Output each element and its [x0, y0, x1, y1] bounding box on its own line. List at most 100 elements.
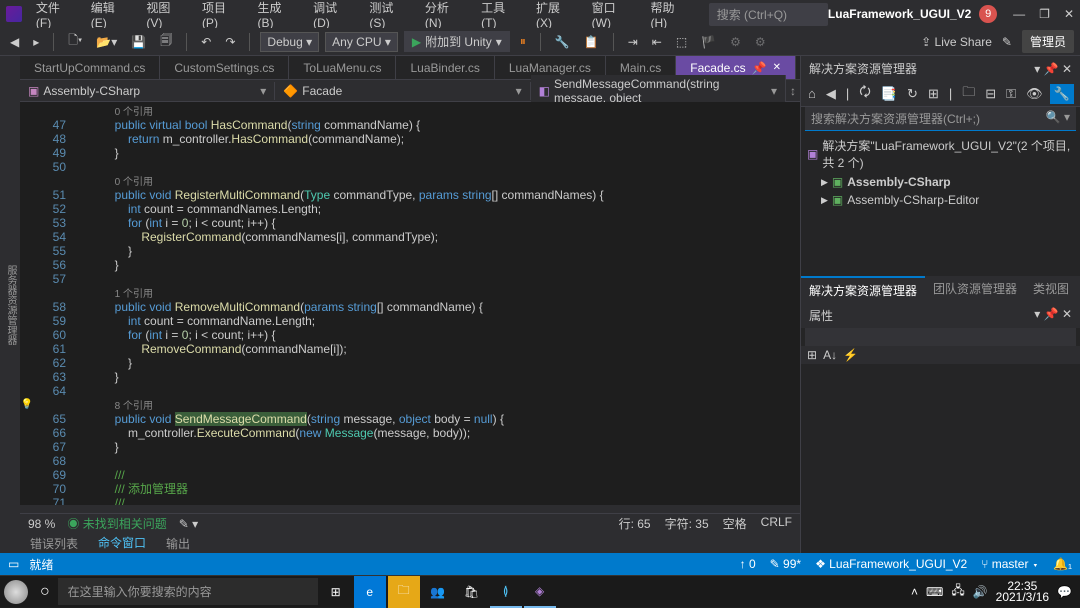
tab-class[interactable]: 类视图: [1025, 276, 1077, 303]
tool-icon[interactable]: ⊞: [925, 84, 942, 104]
close-icon[interactable]: ✕: [1062, 62, 1072, 76]
volume-icon[interactable]: 🔊: [973, 585, 988, 599]
global-search[interactable]: 搜索 (Ctrl+Q): [709, 3, 828, 26]
project-item[interactable]: ▶▣Assembly-CSharp: [803, 173, 1078, 191]
tab-errors[interactable]: 错误列表: [24, 533, 84, 554]
document-tab[interactable]: LuaBinder.cs: [396, 56, 494, 79]
platform-dropdown[interactable]: Any CPU ▾: [325, 32, 398, 52]
git-branch[interactable]: ⑂ master ▾: [981, 557, 1039, 571]
solution-tree[interactable]: ▣解决方案"LuaFramework_UGUI_V2"(2 个项目, 共 2 个…: [801, 131, 1080, 276]
open-icon[interactable]: 📂▾: [92, 33, 121, 51]
assembly-dropdown[interactable]: ▣Assembly-CSharp▾: [20, 82, 275, 100]
zoom-level[interactable]: 98 %: [28, 517, 55, 531]
back-icon[interactable]: ◀: [823, 84, 839, 104]
refresh-icon[interactable]: ↻: [904, 84, 921, 104]
dropdown-icon[interactable]: ▾: [1034, 307, 1040, 321]
save-icon[interactable]: 💾: [127, 33, 150, 51]
vscode-icon[interactable]: ≬: [490, 576, 522, 608]
tool-icon[interactable]: ⚙: [751, 33, 770, 51]
start-button[interactable]: [4, 580, 28, 604]
config-dropdown[interactable]: Debug ▾: [260, 32, 319, 52]
search-icon[interactable]: ○: [40, 583, 50, 601]
categorize-icon[interactable]: ⊞: [807, 348, 817, 362]
pin-icon[interactable]: 📌: [1044, 307, 1059, 321]
system-tray[interactable]: ˄ ⌨ 🖧 🔊 22:35 2021/3/16 💬: [911, 581, 1080, 603]
tool-icon[interactable]: 🔧: [551, 33, 574, 51]
left-rail[interactable]: 服务器资源管理器: [0, 56, 20, 553]
tool-icon[interactable]: 📋: [580, 33, 603, 51]
tab-solution[interactable]: 解决方案资源管理器: [801, 276, 925, 303]
live-share-button[interactable]: ⇪ Live Share: [921, 35, 992, 49]
pause-icon[interactable]: ⏸: [516, 32, 530, 51]
show-all-icon[interactable]: 🗀: [959, 81, 978, 107]
network-icon[interactable]: 🖧: [951, 581, 964, 602]
git-changes[interactable]: ✎ 99*: [770, 557, 801, 571]
splitter[interactable]: [20, 505, 800, 513]
lint-dropdown[interactable]: ✎ ▾: [179, 517, 198, 531]
encoding-indicator[interactable]: CRLF: [761, 515, 792, 532]
properties-icon[interactable]: ⚿: [1003, 84, 1019, 104]
window-controls: — ❐ ✕: [1013, 7, 1074, 21]
edge-icon[interactable]: e: [354, 576, 386, 608]
tab-output[interactable]: 输出: [160, 533, 196, 554]
document-tab[interactable]: CustomSettings.cs: [160, 56, 289, 79]
step-icon[interactable]: ⇥: [624, 33, 642, 51]
issues-icon[interactable]: ◉ 未找到相关问题: [67, 515, 166, 532]
collapse-icon[interactable]: ⊟: [982, 84, 999, 104]
task-view-icon[interactable]: ⊞: [320, 576, 352, 608]
home-icon[interactable]: ⌂: [805, 84, 819, 103]
output-icon[interactable]: ▭: [8, 557, 19, 571]
tab-team[interactable]: 团队资源管理器: [925, 276, 1025, 303]
close-icon[interactable]: ✕: [1064, 7, 1074, 21]
solution-root[interactable]: ▣解决方案"LuaFramework_UGUI_V2"(2 个项目, 共 2 个…: [803, 135, 1078, 173]
ime-icon[interactable]: ⌨: [926, 585, 943, 599]
bookmark-icon[interactable]: 🏴: [697, 33, 720, 51]
explorer-icon[interactable]: 🗀: [388, 576, 420, 608]
vs-icon[interactable]: ◈: [524, 576, 556, 608]
forward-icon[interactable]: ▸: [29, 33, 43, 51]
notification-badge[interactable]: 9: [979, 5, 997, 23]
step-icon[interactable]: ⇤: [648, 33, 666, 51]
sync-icon[interactable]: 🗘: [856, 81, 874, 107]
new-icon[interactable]: 🗋▾: [64, 29, 86, 54]
close-icon[interactable]: ✕: [1062, 307, 1072, 321]
class-dropdown[interactable]: 🔶Facade▾: [275, 82, 530, 100]
notifications-icon[interactable]: 🔔₁: [1053, 557, 1072, 571]
solution-search[interactable]: 搜索解决方案资源管理器(Ctrl+;) 🔍 ▾: [805, 107, 1076, 131]
right-panel: 解决方案资源管理器 ▾ 📌 ✕ ⌂ ◀ | 🗘 📑 ↻ ⊞ | 🗀 ⊟ ⚿ 👁 …: [800, 56, 1080, 553]
sort-icon[interactable]: A↓: [823, 348, 837, 362]
redo-icon[interactable]: ↷: [221, 33, 239, 51]
notifications-icon[interactable]: 💬: [1057, 585, 1072, 599]
preview-icon[interactable]: 👁: [1023, 84, 1046, 104]
git-repo[interactable]: ❖ LuaFramework_UGUI_V2: [815, 557, 967, 571]
tool-icon[interactable]: 📑: [878, 84, 900, 104]
project-item[interactable]: ▶▣Assembly-CSharp-Editor: [803, 191, 1078, 209]
clock-date[interactable]: 2021/3/16: [996, 592, 1049, 603]
document-tab[interactable]: ToLuaMenu.cs: [289, 56, 396, 79]
spaces-indicator[interactable]: 空格: [723, 515, 747, 532]
tab-command[interactable]: 命令窗口: [92, 532, 152, 554]
maximize-icon[interactable]: ❐: [1039, 7, 1050, 21]
git-arrows[interactable]: ↑ 0: [740, 557, 756, 571]
code-editor[interactable]: 💡 47484950515253545556575859606162636465…: [20, 102, 800, 505]
dropdown-icon[interactable]: ▾: [1034, 62, 1040, 76]
properties-title: 属性 ▾ 📌 ✕: [801, 303, 1080, 328]
document-tab[interactable]: StartUpCommand.cs: [20, 56, 160, 79]
undo-icon[interactable]: ↶: [197, 33, 215, 51]
taskbar-search[interactable]: 在这里输入你要搜索的内容: [58, 578, 318, 605]
save-all-icon[interactable]: 🗐: [156, 29, 176, 54]
back-icon[interactable]: ◀: [6, 33, 23, 51]
events-icon[interactable]: ⚡: [843, 348, 858, 362]
minimize-icon[interactable]: —: [1013, 7, 1025, 21]
contacts-icon[interactable]: 👥: [422, 576, 454, 608]
wrench-icon[interactable]: 🔧: [1050, 84, 1074, 104]
split-icon[interactable]: ↕: [786, 84, 800, 98]
tray-chevron-icon[interactable]: ˄: [911, 585, 918, 599]
tool-icon[interactable]: ⚙: [726, 33, 745, 51]
run-button[interactable]: ▶附加到 Unity ▾: [404, 31, 510, 52]
properties-panel: 属性 ▾ 📌 ✕ ⊞ A↓ ⚡: [801, 303, 1080, 553]
store-icon[interactable]: 🛍: [456, 576, 488, 608]
feedback-icon[interactable]: ✎: [1002, 35, 1012, 49]
pin-icon[interactable]: 📌: [1044, 62, 1059, 76]
step-icon[interactable]: ⬚: [672, 33, 691, 51]
